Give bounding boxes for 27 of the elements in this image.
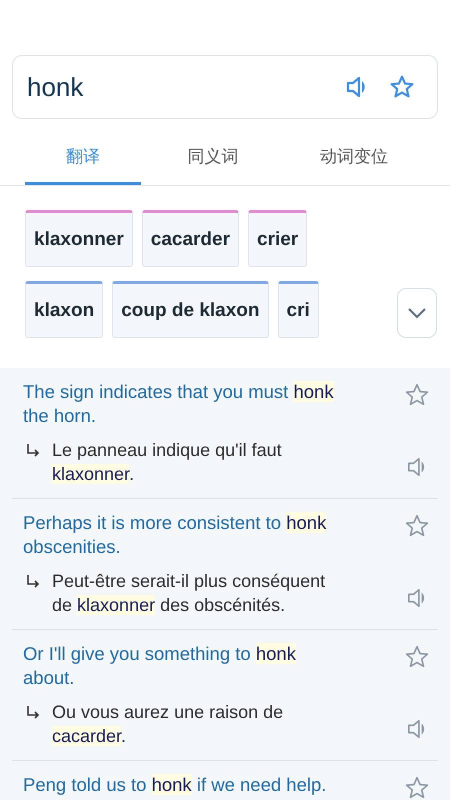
star-icon[interactable]: [404, 513, 430, 539]
arrow-icon: [26, 574, 40, 590]
star-icon[interactable]: [404, 775, 430, 800]
translation-sentence: Le panneau indique qu'il faut klaxonner.: [52, 439, 283, 486]
translation-chip[interactable]: cacarder: [142, 210, 239, 267]
search-field[interactable]: honk: [12, 55, 438, 119]
arrow-icon: [26, 443, 40, 459]
translation-chip[interactable]: coup de klaxon: [112, 281, 269, 338]
tab[interactable]: 同义词: [155, 133, 271, 185]
star-icon[interactable]: [389, 74, 415, 100]
star-icon[interactable]: [404, 644, 430, 670]
translation-chip[interactable]: cri: [278, 281, 319, 338]
translation-sentence: Ou vous aurez une raison de cacarder.: [52, 701, 284, 748]
example-sentence: The sign indicates that you must honk the horn.: [23, 380, 335, 428]
chevron-down-icon: [407, 307, 427, 319]
expand-button[interactable]: [397, 288, 437, 338]
example-sentence: Peng told us to honk if we need help.: [23, 773, 328, 797]
star-icon[interactable]: [404, 382, 430, 408]
translation-chip[interactable]: klaxon: [25, 281, 104, 338]
translation-chip[interactable]: klaxonner: [25, 210, 133, 267]
example-sentence: Perhaps it is more consistent to honk obscenities.: [23, 511, 328, 559]
search-query: honk: [27, 72, 84, 102]
tab[interactable]: 动词变位: [289, 133, 419, 185]
translation-chip[interactable]: crier: [248, 210, 308, 267]
example-sentence: Or I'll give you something to honk about.: [23, 642, 297, 690]
translation-sentence: Peut-être serait-il plus conséquent de klaxonner des obscénités.: [52, 570, 326, 617]
arrow-icon: [26, 705, 40, 721]
